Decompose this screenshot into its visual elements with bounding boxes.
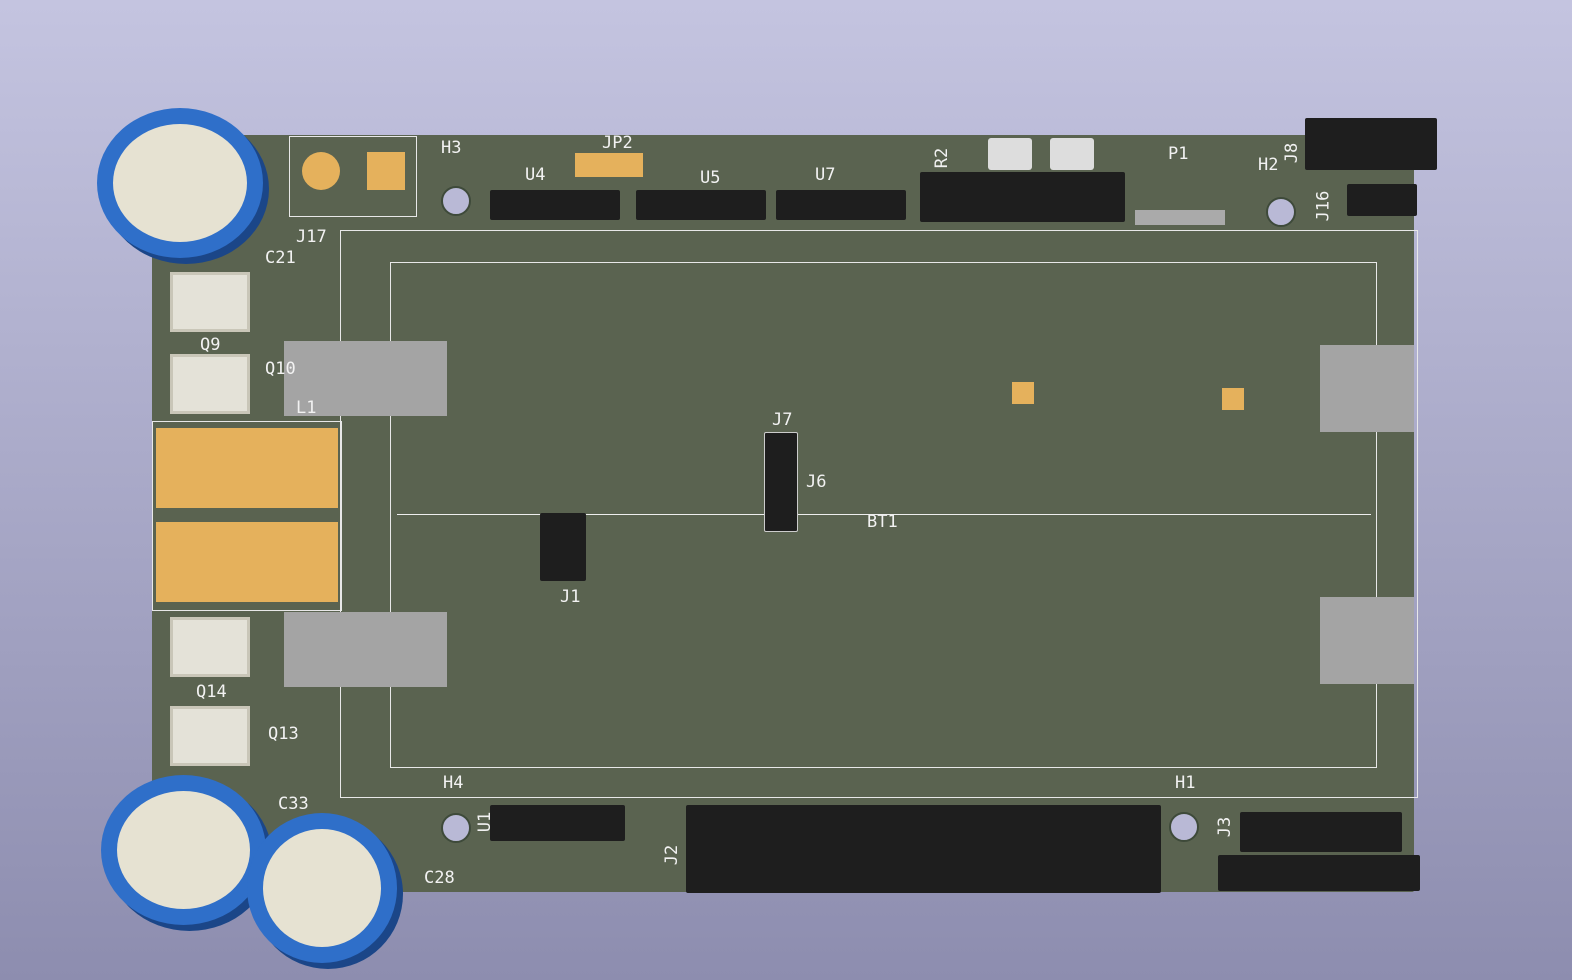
transistor-q14 [170, 617, 250, 677]
j17-pad-round [302, 152, 340, 190]
push-button[interactable] [1050, 138, 1094, 170]
header-j8 [1305, 118, 1437, 170]
pad-area [1320, 597, 1414, 684]
mount-hole-h3 [441, 186, 471, 216]
ref-bt1: BT1 [867, 512, 898, 532]
ref-u4: U4 [525, 165, 546, 185]
ref-j2: J2 [662, 844, 683, 866]
usb-connector-p1 [1135, 210, 1225, 225]
header-u4 [490, 190, 620, 220]
mount-hole-h4 [441, 813, 471, 843]
capacitor-c33 [101, 775, 266, 925]
ref-q10: Q10 [265, 359, 296, 379]
ref-u5: U5 [700, 168, 721, 188]
inductor-pad [156, 428, 338, 508]
ref-p1: P1 [1168, 144, 1189, 164]
ref-j7: J7 [772, 410, 793, 430]
transistor-q13 [170, 706, 250, 766]
ref-j8: J8 [1282, 142, 1303, 164]
header-j7-j6 [764, 432, 798, 532]
ref-j16: J16 [1313, 190, 1334, 222]
mount-hole-h1 [1169, 812, 1199, 842]
capacitor-c28 [247, 813, 397, 963]
ref-h3: H3 [441, 138, 462, 158]
test-pad [1012, 382, 1034, 404]
ref-j3: J3 [1215, 816, 1236, 838]
mount-hole-h2 [1266, 197, 1296, 227]
ref-l1: L1 [296, 398, 317, 418]
header-j2 [686, 805, 1161, 893]
header-j3-lower [1218, 855, 1420, 891]
push-button[interactable] [988, 138, 1032, 170]
ref-r2: R2 [932, 147, 953, 169]
ref-c28: C28 [424, 868, 455, 888]
ref-c21: C21 [265, 248, 296, 268]
ref-c33: C33 [278, 794, 309, 814]
jp2-jumper [575, 153, 643, 177]
ref-q9: Q9 [200, 335, 221, 355]
header-j16 [1347, 184, 1417, 216]
ref-h2: H2 [1258, 155, 1279, 175]
pad-area [1320, 345, 1414, 432]
header-u1 [490, 805, 625, 841]
header-j1 [540, 513, 586, 581]
ref-u7: U7 [815, 165, 836, 185]
ref-j6: J6 [806, 472, 827, 492]
ref-h4: H4 [443, 773, 464, 793]
header-u7 [776, 190, 906, 220]
ref-q14: Q14 [196, 682, 227, 702]
transistor-q9 [170, 272, 250, 332]
transistor-q10 [170, 354, 250, 414]
inductor-pad [156, 522, 338, 602]
header-j3 [1240, 812, 1402, 852]
ref-q13: Q13 [268, 724, 299, 744]
ref-j17: J17 [296, 227, 327, 247]
test-pad [1222, 388, 1244, 410]
pad-area [284, 612, 447, 687]
capacitor-c21 [97, 108, 263, 258]
connector-r2 [920, 172, 1125, 222]
ref-j1: J1 [560, 587, 581, 607]
ref-h1: H1 [1175, 773, 1196, 793]
j17-pad-square [367, 152, 405, 190]
header-u5 [636, 190, 766, 220]
ref-jp2: JP2 [602, 133, 633, 153]
ref-u1: U1 [475, 811, 496, 833]
